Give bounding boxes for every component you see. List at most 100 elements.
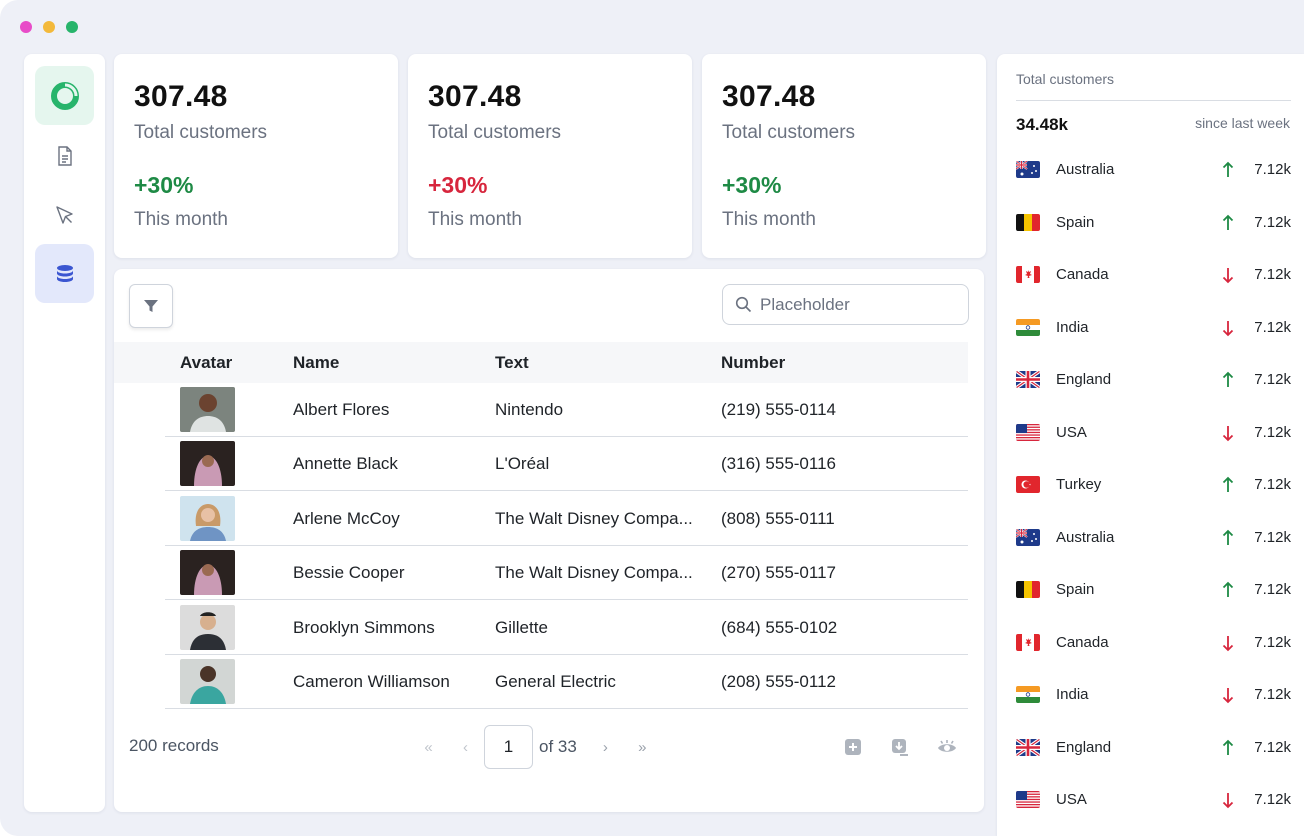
database-icon bbox=[56, 264, 73, 282]
cell-name: Albert Flores bbox=[293, 400, 390, 419]
table-row[interactable]: Bessie Cooper The Walt Disney Compa... (… bbox=[114, 546, 968, 600]
search-icon bbox=[735, 296, 752, 313]
export-icon[interactable] bbox=[890, 737, 910, 757]
nav-database[interactable] bbox=[35, 244, 94, 303]
country-row[interactable]: Canada 7.12k bbox=[1016, 263, 1291, 287]
next-page-button[interactable]: › bbox=[587, 739, 624, 756]
nav-pointer[interactable] bbox=[35, 185, 94, 244]
arrow-down-icon bbox=[1222, 688, 1234, 704]
column-header-text[interactable]: Text bbox=[495, 353, 529, 373]
prev-page-button[interactable]: ‹ bbox=[447, 739, 484, 756]
table-row[interactable]: Albert Flores Nintendo (219) 555-0114 bbox=[114, 383, 968, 437]
country-row[interactable]: USA 7.12k bbox=[1016, 788, 1291, 812]
country-row[interactable]: England 7.12k bbox=[1016, 368, 1291, 392]
cell-name: Arlene McCoy bbox=[293, 509, 400, 528]
country-row[interactable]: India 7.12k bbox=[1016, 316, 1291, 340]
flag-australia-icon bbox=[1016, 161, 1040, 178]
cell-name: Brooklyn Simmons bbox=[293, 618, 435, 637]
table-row[interactable]: Cameron Williamson General Electric (208… bbox=[114, 655, 968, 709]
avatar bbox=[180, 550, 235, 595]
arrow-up-icon bbox=[1222, 371, 1234, 387]
stat-card: 307.48 Total customers +30% This month bbox=[702, 54, 986, 258]
minimize-dot[interactable] bbox=[43, 21, 55, 33]
row-divider bbox=[165, 490, 968, 491]
country-value: 7.12k bbox=[1254, 318, 1291, 336]
divider bbox=[1016, 100, 1291, 101]
cell-number: (316) 555-0116 bbox=[721, 454, 836, 473]
country-name: India bbox=[1056, 318, 1089, 336]
document-icon bbox=[57, 145, 72, 166]
panel-title: Total customers bbox=[1016, 71, 1115, 87]
cell-number: (208) 555-0112 bbox=[721, 672, 836, 691]
table-row[interactable]: Annette Black L'Oréal (316) 555-0116 bbox=[114, 437, 968, 491]
avatar bbox=[180, 605, 235, 650]
arrow-up-icon bbox=[1222, 214, 1234, 230]
country-value: 7.12k bbox=[1254, 528, 1291, 546]
last-page-button[interactable]: » bbox=[624, 739, 661, 756]
flag-belgium-like-icon bbox=[1016, 581, 1040, 598]
add-icon[interactable] bbox=[843, 737, 863, 757]
country-name: Turkey bbox=[1056, 476, 1102, 493]
column-header-number[interactable]: Number bbox=[721, 353, 785, 373]
avatar bbox=[180, 496, 235, 541]
stat-change: +30% bbox=[134, 172, 194, 198]
flag-uk-icon bbox=[1016, 738, 1040, 756]
first-page-button[interactable]: « bbox=[410, 739, 447, 756]
table-row[interactable]: Brooklyn Simmons Gillette (684) 555-0102 bbox=[114, 601, 968, 655]
country-row[interactable]: Spain 7.12k bbox=[1016, 578, 1291, 602]
country-row[interactable]: Australia 7.12k bbox=[1016, 158, 1291, 182]
country-name: England bbox=[1056, 371, 1112, 388]
cursor-icon bbox=[55, 205, 73, 224]
flag-india-icon bbox=[1016, 686, 1040, 703]
country-name: Australia bbox=[1056, 528, 1115, 546]
customers-by-country-panel: Total customers 34.48k since last week A… bbox=[997, 54, 1304, 836]
stat-value: 307.48 bbox=[134, 80, 228, 113]
page-number-input[interactable] bbox=[484, 725, 533, 769]
filter-button[interactable] bbox=[129, 284, 173, 328]
maximize-dot[interactable] bbox=[66, 21, 78, 33]
country-row[interactable]: Canada 7.12k bbox=[1016, 631, 1291, 655]
close-dot[interactable] bbox=[20, 21, 32, 33]
stat-value: 307.48 bbox=[428, 80, 522, 113]
avatar bbox=[180, 387, 235, 432]
cell-text: Gillette bbox=[495, 618, 548, 637]
country-row[interactable]: Spain 7.12k bbox=[1016, 211, 1291, 235]
flag-usa-icon bbox=[1016, 791, 1040, 808]
flag-canada-icon bbox=[1016, 266, 1040, 283]
nav-documents[interactable] bbox=[35, 126, 94, 185]
flag-uk-icon bbox=[1016, 371, 1040, 388]
cell-number: (684) 555-0102 bbox=[721, 618, 838, 637]
page-total: of 33 bbox=[539, 737, 577, 756]
arrow-up-icon bbox=[1222, 581, 1234, 597]
column-header-avatar[interactable]: Avatar bbox=[180, 353, 232, 373]
country-value: 7.12k bbox=[1254, 213, 1291, 231]
country-row[interactable]: Turkey 7.12k bbox=[1016, 473, 1291, 497]
table-row[interactable]: Arlene McCoy The Walt Disney Compa... (8… bbox=[114, 492, 968, 546]
stat-period: This month bbox=[722, 209, 816, 230]
stat-card: 307.48 Total customers +30% This month bbox=[114, 54, 398, 258]
arrow-up-icon bbox=[1222, 161, 1234, 177]
row-divider bbox=[165, 599, 968, 600]
country-row[interactable]: India 7.12k bbox=[1016, 683, 1291, 707]
country-row[interactable]: England 7.12k bbox=[1016, 736, 1291, 760]
country-value: 7.12k bbox=[1254, 791, 1291, 808]
view-icon[interactable] bbox=[937, 737, 957, 757]
cell-text: The Walt Disney Compa... bbox=[495, 509, 693, 528]
flag-belgium-like-icon bbox=[1016, 213, 1040, 231]
cell-name: Annette Black bbox=[293, 454, 398, 473]
search-input[interactable] bbox=[760, 294, 950, 315]
country-name: Australia bbox=[1056, 161, 1115, 178]
column-header-name[interactable]: Name bbox=[293, 353, 339, 373]
country-name: USA bbox=[1056, 791, 1087, 808]
country-row[interactable]: Australia 7.12k bbox=[1016, 526, 1291, 550]
stat-value: 307.48 bbox=[722, 80, 816, 113]
flag-usa-icon bbox=[1016, 423, 1040, 441]
country-value: 7.12k bbox=[1254, 633, 1291, 651]
search-field[interactable] bbox=[722, 284, 969, 325]
stat-card: 307.48 Total customers +30% This month bbox=[408, 54, 692, 258]
arrow-down-icon bbox=[1222, 268, 1234, 284]
stat-label: Total customers bbox=[134, 122, 268, 143]
nav-dashboard[interactable] bbox=[35, 66, 94, 125]
country-value: 7.12k bbox=[1254, 161, 1291, 178]
country-row[interactable]: USA 7.12k bbox=[1016, 421, 1291, 445]
